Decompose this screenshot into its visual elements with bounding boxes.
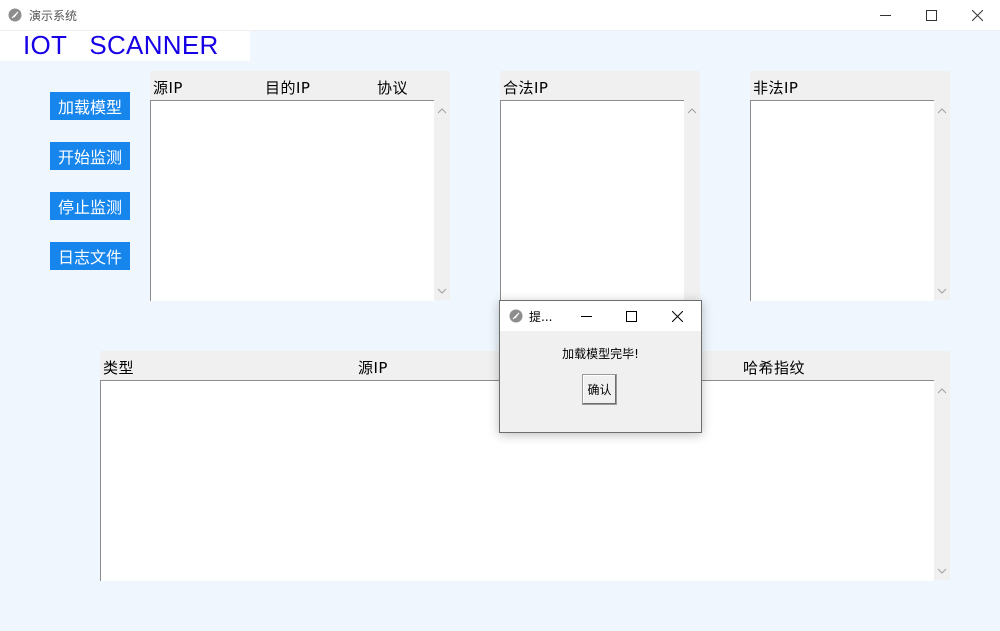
scroll-up-icon[interactable]	[687, 106, 697, 116]
traffic-header: 源IP 目的IP 协议	[150, 71, 450, 101]
app-banner: IOT SCANNER	[0, 30, 250, 61]
start-monitor-button[interactable]: 开始监测	[50, 142, 130, 170]
illegal-ip-panel: 非法IP	[750, 71, 950, 301]
legal-ip-header: 合法IP	[500, 71, 700, 101]
scroll-down-icon[interactable]	[937, 286, 947, 296]
illegal-ip-header: 非法IP	[750, 71, 950, 101]
dialog-titlebar: 提...	[500, 301, 701, 331]
scroll-up-icon[interactable]	[937, 386, 947, 396]
legal-ip-scrollbar[interactable]	[684, 100, 700, 300]
minimize-button[interactable]	[862, 0, 908, 30]
feather-app-icon	[8, 8, 22, 22]
stop-monitor-button[interactable]: 停止监测	[50, 192, 130, 220]
maximize-button[interactable]	[908, 0, 954, 30]
traffic-listbox[interactable]	[150, 100, 434, 301]
dialog-minimize-button[interactable]	[564, 301, 608, 331]
dialog-close-button[interactable]	[655, 301, 699, 331]
scroll-down-icon[interactable]	[437, 286, 447, 296]
close-icon	[671, 310, 683, 322]
traffic-scrollbar[interactable]	[434, 100, 450, 300]
message-dialog: 提... 加载模型完毕! 确认	[499, 300, 702, 433]
legal-ip-listbox[interactable]	[500, 100, 684, 301]
feather-app-icon	[509, 309, 523, 323]
scroll-down-icon[interactable]	[937, 566, 947, 576]
maximize-icon	[625, 310, 637, 322]
column-header-protocol: 协议	[377, 79, 409, 97]
column-header-src-ip: 源IP	[358, 359, 388, 377]
column-header-illegal-ip: 非法IP	[753, 79, 799, 97]
confirm-button[interactable]: 确认	[582, 374, 617, 405]
scroll-up-icon[interactable]	[437, 106, 447, 116]
app-banner-text: IOT SCANNER	[23, 30, 219, 60]
column-header-dst-ip: 目的IP	[265, 79, 311, 97]
scroll-up-icon[interactable]	[937, 106, 947, 116]
dialog-message: 加载模型完毕!	[562, 347, 639, 361]
minimize-icon	[879, 14, 891, 16]
legal-ip-panel: 合法IP	[500, 71, 700, 301]
illegal-ip-listbox[interactable]	[750, 100, 934, 301]
window-title: 演示系统	[29, 9, 78, 23]
log-scrollbar[interactable]	[934, 380, 950, 580]
minimize-icon	[580, 315, 592, 317]
traffic-panel: 源IP 目的IP 协议	[150, 71, 450, 301]
log-file-button[interactable]: 日志文件	[50, 242, 130, 270]
illegal-ip-scrollbar[interactable]	[934, 100, 950, 300]
close-button[interactable]	[954, 0, 1000, 30]
column-header-src-ip: 源IP	[153, 79, 183, 97]
dialog-title: 提...	[529, 310, 553, 324]
close-icon	[971, 9, 983, 21]
load-model-button[interactable]: 加载模型	[50, 92, 130, 120]
column-header-type: 类型	[103, 359, 135, 377]
dialog-maximize-button[interactable]	[609, 301, 653, 331]
column-header-legal-ip: 合法IP	[503, 79, 549, 97]
maximize-icon	[925, 9, 937, 21]
window-titlebar: 演示系统	[0, 0, 1000, 31]
column-header-hash: 哈希指纹	[743, 359, 806, 377]
